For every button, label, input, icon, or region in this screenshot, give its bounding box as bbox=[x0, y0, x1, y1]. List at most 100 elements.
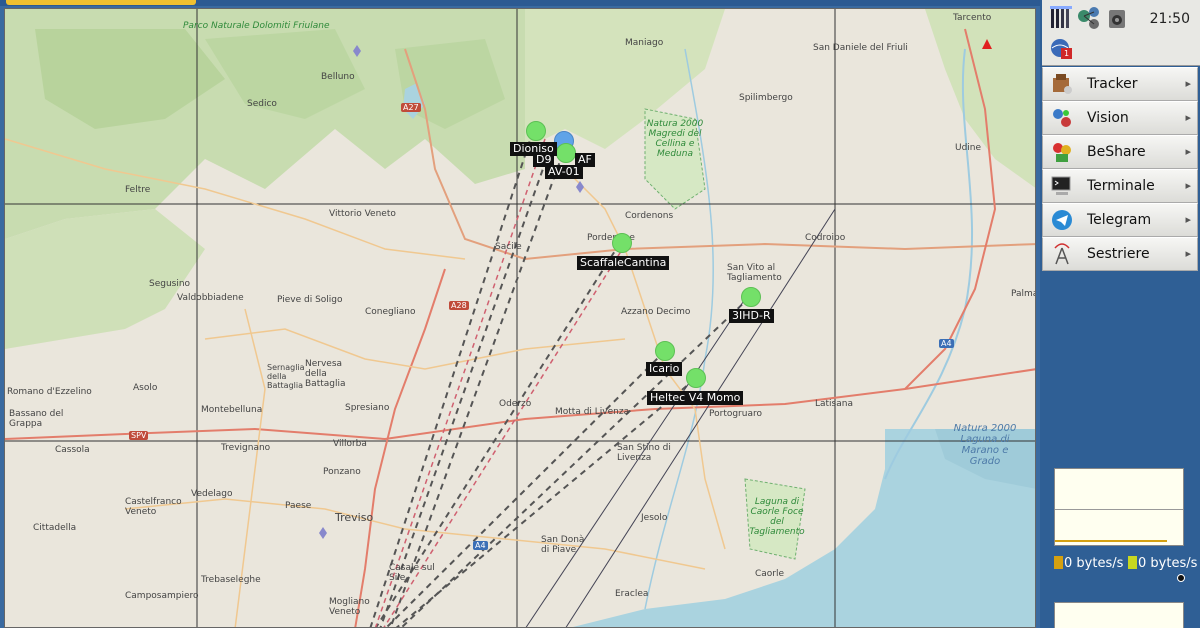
road-shield: A4 bbox=[939, 339, 954, 348]
map-node-marker[interactable] bbox=[686, 368, 706, 388]
menu-label: Tracker bbox=[1087, 76, 1138, 92]
telegram-icon bbox=[1049, 207, 1075, 233]
map-place-label: San Donà di Piave bbox=[541, 535, 585, 555]
map-place-label: Trevignano bbox=[221, 443, 271, 453]
road-shield: A4 bbox=[473, 541, 488, 550]
map-place-label: Eraclea bbox=[615, 589, 649, 599]
tx-swatch bbox=[1128, 556, 1137, 569]
map-place-label: Caorle bbox=[755, 569, 785, 579]
map-place-label: Segusino bbox=[149, 279, 191, 289]
map-place-label: Sedico bbox=[247, 99, 277, 109]
map-place-label: Sernaglia della Battaglia bbox=[267, 363, 305, 390]
map-place-label: Valdobbiadene bbox=[177, 293, 244, 303]
menu-label: BeShare bbox=[1087, 144, 1146, 160]
map-place-label: Codroipo bbox=[805, 233, 846, 243]
rx-rate: 0 bytes/s bbox=[1054, 556, 1123, 571]
map-node-marker[interactable] bbox=[556, 143, 576, 163]
map-place-label: Mogliano Veneto bbox=[329, 597, 370, 617]
road-shield: A27 bbox=[401, 103, 421, 112]
map-place-label: Nervesa della Battaglia bbox=[305, 359, 346, 389]
map-canvas bbox=[5, 9, 1035, 627]
desktop: Parco Naturale Dolomiti Friulane Belluno… bbox=[0, 0, 1200, 628]
menu-item-vision[interactable]: Vision ▸ bbox=[1042, 101, 1198, 135]
map-place-label: Ponzano bbox=[323, 467, 361, 477]
menu-label: Sestriere bbox=[1087, 246, 1150, 262]
map-place-label: Casale sul Sile bbox=[389, 563, 435, 583]
node-label[interactable]: Heltec V4 Momo bbox=[647, 391, 744, 405]
map-node-marker[interactable] bbox=[741, 287, 761, 307]
map-place-label: Portogruaro bbox=[709, 409, 762, 419]
node-label[interactable]: 3IHD-R bbox=[729, 309, 774, 323]
menu-label: Vision bbox=[1087, 110, 1129, 126]
map-place-label: Trebaseleghe bbox=[201, 575, 261, 585]
map-place-label: Azzano Decimo bbox=[621, 307, 691, 317]
map-place-label: Spilimbergo bbox=[739, 93, 793, 103]
map-place-label: Jesolo bbox=[641, 513, 668, 523]
vision-icon bbox=[1049, 105, 1075, 131]
map-place-label: Treviso bbox=[335, 511, 374, 524]
graph-baseline bbox=[1055, 540, 1167, 542]
menu-item-terminale[interactable]: Terminale ▸ bbox=[1042, 169, 1198, 203]
map-place-label: San Daniele del Friuli bbox=[813, 43, 908, 53]
menu-item-telegram[interactable]: Telegram ▸ bbox=[1042, 203, 1198, 237]
map-place-label: San Vito al Tagliamento bbox=[727, 263, 782, 283]
map-place-label: Maniago bbox=[625, 38, 664, 48]
map-place-label: Belluno bbox=[321, 72, 355, 82]
menu-item-beshare[interactable]: BeShare ▸ bbox=[1042, 135, 1198, 169]
map-place-label: Palma bbox=[1011, 289, 1036, 299]
map-node-marker[interactable] bbox=[612, 233, 632, 253]
map-place-label: Pieve di Soligo bbox=[277, 295, 343, 305]
launcher-menu: Tracker ▸ Vision ▸ BeShare ▸ Terminale ▸ bbox=[1042, 67, 1198, 271]
map-place-label: Romano d'Ezzelino bbox=[7, 387, 92, 397]
map-place-label: Vedelago bbox=[191, 489, 233, 499]
system-tray: 1 21:50 bbox=[1042, 0, 1200, 66]
tx-rate: 0 bytes/s bbox=[1128, 556, 1197, 571]
map-place-label: Montebelluna bbox=[201, 405, 263, 415]
rx-swatch bbox=[1054, 556, 1063, 569]
map-place-label: San Stino di Livenza bbox=[617, 443, 671, 463]
map-park-label: Laguna di Caorle Foce del Tagliamento bbox=[749, 497, 805, 537]
map-view[interactable]: Parco Naturale Dolomiti Friulane Belluno… bbox=[4, 8, 1036, 628]
signal-bars-icon[interactable] bbox=[1050, 6, 1074, 34]
speaker-icon[interactable] bbox=[1108, 8, 1128, 34]
network-graph-secondary bbox=[1054, 602, 1184, 628]
map-place-label: Cittadella bbox=[33, 523, 77, 533]
map-park-label: Natura 2000 Magredi del Cellina e Meduna bbox=[646, 119, 704, 159]
chevron-right-icon: ▸ bbox=[1185, 247, 1191, 260]
beshare-icon bbox=[1049, 139, 1075, 165]
tx-unit: bytes/s bbox=[1150, 556, 1198, 571]
map-place-label: Paese bbox=[285, 501, 312, 511]
window-tab[interactable] bbox=[6, 0, 196, 5]
chevron-right-icon: ▸ bbox=[1185, 111, 1191, 124]
chevron-right-icon: ▸ bbox=[1185, 145, 1191, 158]
map-park-label: Parco Naturale Dolomiti Friulane bbox=[183, 21, 330, 31]
menu-item-sestriere[interactable]: Sestriere ▸ bbox=[1042, 237, 1198, 271]
road-shield: SPV bbox=[129, 431, 149, 440]
map-node-marker[interactable] bbox=[655, 341, 675, 361]
menu-item-tracker[interactable]: Tracker ▸ bbox=[1042, 67, 1198, 101]
top-window-strip bbox=[0, 0, 1040, 6]
map-place-label: Cordenons bbox=[625, 211, 674, 221]
map-sea-label: Natura 2000 Laguna di Marano e Grado bbox=[953, 423, 1017, 467]
map-place-label: Cassola bbox=[55, 445, 90, 455]
tx-value: 0 bbox=[1138, 556, 1147, 571]
map-place-label: Bassano del Grappa bbox=[9, 409, 64, 429]
node-label[interactable]: AV-01 bbox=[545, 165, 583, 179]
map-place-label: Camposampiero bbox=[125, 591, 199, 601]
node-label[interactable]: Icario bbox=[646, 362, 683, 376]
node-label[interactable]: ScaffaleCantina bbox=[577, 256, 670, 270]
map-place-label: Spresiano bbox=[345, 403, 390, 413]
map-place-label: Oderzo bbox=[499, 399, 532, 409]
map-node-marker[interactable] bbox=[526, 121, 546, 141]
map-place-label: Vittorio Veneto bbox=[329, 209, 396, 219]
chevron-right-icon: ▸ bbox=[1185, 179, 1191, 192]
network-graph bbox=[1054, 468, 1184, 546]
map-place-label: Tarcento bbox=[953, 13, 992, 23]
road-shield: A28 bbox=[449, 301, 469, 310]
network-nodes-icon[interactable] bbox=[1076, 6, 1102, 34]
map-place-label: Sacile bbox=[495, 242, 522, 252]
map-place-label: Feltre bbox=[125, 185, 151, 195]
map-place-label: Udine bbox=[955, 143, 982, 153]
notification-badge: 1 bbox=[1064, 49, 1070, 58]
map-place-label: Asolo bbox=[133, 383, 158, 393]
